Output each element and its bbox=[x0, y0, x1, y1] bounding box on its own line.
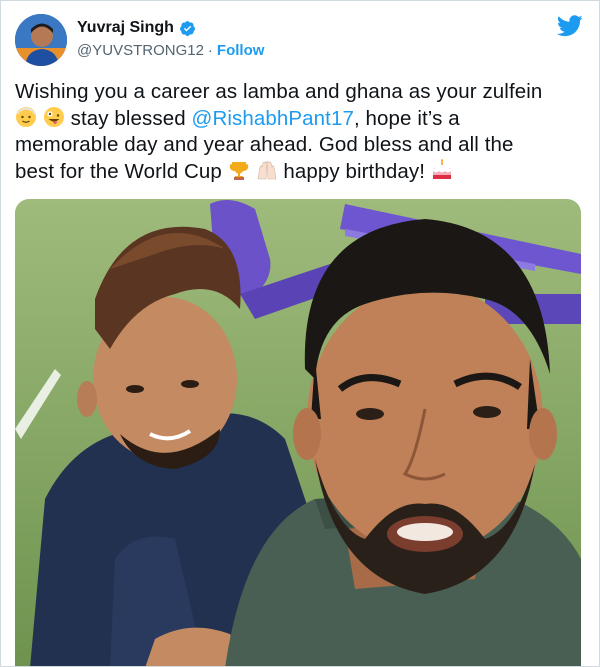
tweet-text: Wishing you a career as lamba and ghana … bbox=[15, 79, 585, 185]
old-person-emoji bbox=[16, 106, 36, 127]
trophy-emoji bbox=[229, 161, 248, 180]
tweet-birthday: happy birthday! bbox=[283, 159, 425, 183]
zany-face-emoji bbox=[43, 106, 64, 127]
selfie-image bbox=[15, 199, 581, 666]
tweet-stay-blessed: stay blessed bbox=[70, 106, 186, 130]
tweet-line-3: memorable day and year ahead. God bless … bbox=[15, 133, 514, 156]
tweet-line-1: Wishing you a career as lamba and ghana … bbox=[15, 80, 543, 103]
avatar[interactable] bbox=[15, 14, 67, 66]
tweet-world-cup: best for the World Cup bbox=[15, 159, 222, 183]
tweet-hope: , hope it’s a bbox=[353, 106, 460, 130]
handle-row: @YUVSTRONG12 · Follow bbox=[77, 42, 264, 59]
author-handle[interactable]: @YUVSTRONG12 bbox=[77, 42, 204, 59]
tweet-card: Yuvraj Singh @YUVSTRONG12 · Follow Wishi… bbox=[0, 0, 600, 667]
tweet-photo[interactable] bbox=[15, 199, 581, 666]
birthday-cake-emoji bbox=[432, 158, 451, 179]
twitter-bird-icon[interactable] bbox=[557, 15, 583, 37]
raising-hands-emoji bbox=[257, 160, 276, 179]
author-name-row[interactable]: Yuvraj Singh bbox=[77, 19, 196, 37]
verified-badge-icon bbox=[179, 20, 195, 36]
mention-link[interactable]: @RishabhPant17 bbox=[192, 107, 354, 130]
author-name[interactable]: Yuvraj Singh bbox=[77, 19, 174, 37]
separator-dot: · bbox=[207, 42, 213, 59]
follow-button[interactable]: Follow bbox=[217, 42, 265, 59]
